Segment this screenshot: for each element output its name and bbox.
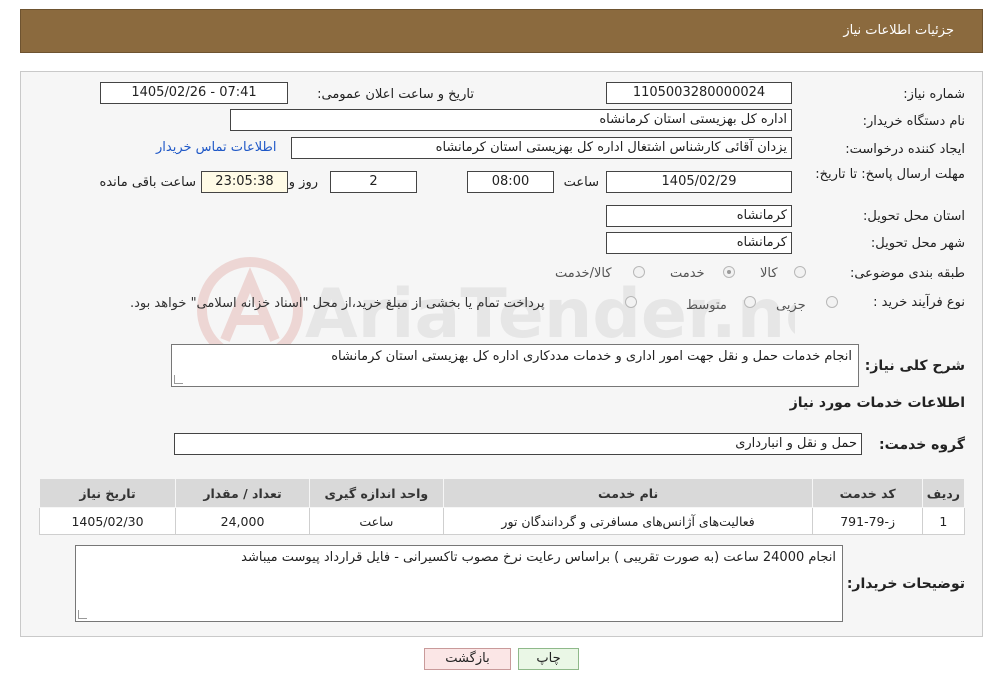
summary-textarea[interactable]: انجام خدمات حمل و نقل جهت امور اداری و خ…	[171, 344, 859, 387]
services-table: ردیف کد خدمت نام خدمت واحد اندازه گیری ت…	[38, 478, 966, 535]
days-field: 2	[330, 171, 417, 193]
deadline-time-label: ساعت	[563, 175, 599, 190]
category-service-label: خدمت	[670, 266, 705, 281]
summary-label: شرح کلی نیاز:	[864, 358, 965, 374]
service-group-field: حمل و نقل و انبارداری	[174, 433, 862, 455]
category-goods-radio[interactable]	[794, 266, 806, 278]
need-number-field: 1105003280000024	[606, 82, 792, 104]
col-row-number: ردیف	[921, 478, 966, 508]
cell-service-name: فعالیت‌های آژانس‌های مسافرتی و گردانندگا…	[442, 507, 814, 535]
purchase-medium-label: متوسط	[686, 298, 727, 313]
city-field: کرمانشاه	[606, 232, 792, 254]
cell-row-number: 1	[921, 507, 966, 535]
page-title: جزئیات اطلاعات نیاز	[843, 23, 954, 38]
table-header-row: ردیف کد خدمت نام خدمت واحد اندازه گیری ت…	[38, 478, 966, 508]
category-goods-label: کالا	[760, 266, 778, 281]
col-quantity: تعداد / مقدار	[175, 478, 311, 508]
buyer-org-label: نام دستگاه خریدار:	[862, 114, 965, 129]
purchase-minor-label: جزیی	[776, 298, 806, 313]
resize-handle-icon[interactable]	[174, 375, 183, 384]
days-label: روز و	[288, 175, 318, 190]
summary-text: انجام خدمات حمل و نقل جهت امور اداری و خ…	[331, 349, 852, 364]
buyer-notes-text: انجام 24000 ساعت (به صورت تقریبی ) براسا…	[241, 550, 836, 565]
services-section-title: اطلاعات خدمات مورد نیاز	[789, 395, 965, 411]
print-button[interactable]: چاپ	[518, 648, 579, 670]
creator-label: ایجاد کننده درخواست:	[845, 142, 965, 157]
buyer-notes-textarea[interactable]: انجام 24000 ساعت (به صورت تقریبی ) براسا…	[75, 545, 843, 622]
service-group-label: گروه خدمت:	[879, 437, 965, 453]
buyer-notes-label: توضیحات خریدار:	[846, 576, 965, 592]
category-goods-service-label: کالا/خدمت	[555, 266, 612, 281]
cell-quantity: 24,000	[175, 507, 311, 535]
col-service-name: نام خدمت	[442, 478, 814, 508]
back-button[interactable]: بازگشت	[424, 648, 511, 670]
announce-field: 1405/02/26 - 07:41	[100, 82, 288, 104]
col-unit: واحد اندازه گیری	[309, 478, 444, 508]
table-row: 1 ز-79-791 فعالیت‌های آژانس‌های مسافرتی …	[38, 507, 966, 535]
category-service-radio[interactable]	[723, 266, 735, 278]
purchase-medium-radio[interactable]	[744, 296, 756, 308]
category-label: طبقه بندی موضوعی:	[849, 266, 965, 281]
purchase-minor-radio[interactable]	[826, 296, 838, 308]
deadline-date-field: 1405/02/29	[606, 171, 792, 193]
treasury-note-radio[interactable]	[625, 296, 637, 308]
province-label: استان محل تحویل:	[863, 209, 965, 224]
purchase-type-label: نوع فرآیند خرید :	[873, 295, 965, 310]
city-label: شهر محل تحویل:	[870, 236, 965, 251]
need-number-label: شماره نیاز:	[903, 87, 965, 102]
purchase-note: پرداخت تمام یا بخشی از مبلغ خرید،از محل …	[130, 296, 545, 311]
category-goods-service-radio[interactable]	[633, 266, 645, 278]
deadline-label: مهلت ارسال پاسخ: تا تاریخ:	[815, 167, 965, 182]
remaining-label: ساعت باقی مانده	[99, 175, 196, 190]
page-header: جزئیات اطلاعات نیاز	[20, 9, 983, 53]
resize-handle-icon[interactable]	[78, 610, 87, 619]
cell-service-code: ز-79-791	[812, 507, 923, 535]
province-field: کرمانشاه	[606, 205, 792, 227]
announce-label: تاریخ و ساعت اعلان عمومی:	[317, 87, 474, 102]
col-need-date: تاریخ نیاز	[38, 478, 177, 508]
col-service-code: کد خدمت	[812, 478, 923, 508]
deadline-time-field: 08:00	[467, 171, 554, 193]
buyer-contact-link[interactable]: اطلاعات تماس خریدار	[156, 140, 276, 155]
cell-need-date: 1405/02/30	[38, 507, 177, 535]
creator-field: یزدان آقائی کارشناس اشتغال اداره کل بهزی…	[291, 137, 792, 159]
buyer-org-field: اداره کل بهزیستی استان کرمانشاه	[230, 109, 792, 131]
remaining-time-field: 23:05:38	[201, 171, 288, 193]
cell-unit: ساعت	[309, 507, 444, 535]
